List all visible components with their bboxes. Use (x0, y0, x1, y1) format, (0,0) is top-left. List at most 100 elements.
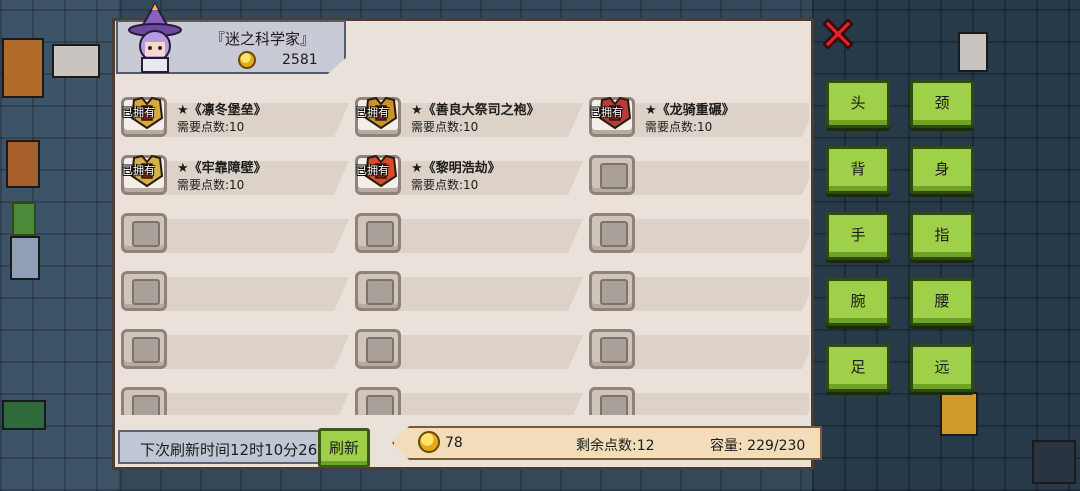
cabinet-prop (2, 38, 44, 98)
empty-slot[interactable] (589, 377, 809, 415)
item-frame (589, 387, 635, 415)
empty-slot-inner (366, 221, 394, 247)
empty-slot[interactable] (355, 377, 583, 415)
slot-row: 已拥有 ★《牢靠障壁》 需要点数:10 已拥有 ★《黎明浩劫》 需要点数:10 (121, 145, 809, 199)
item-frame (355, 213, 401, 253)
item-name: ★《牢靠障壁》 (177, 161, 267, 176)
empty-slot[interactable] (121, 377, 349, 415)
player-gold: 78 (445, 435, 463, 451)
category-button-8[interactable]: 腰 (910, 278, 974, 326)
item-frame: 已拥有 (121, 96, 167, 137)
item-frame (355, 271, 401, 311)
refresh-timer-text: 下次刷新时间12时10分26 (140, 441, 318, 459)
slot-row (121, 261, 809, 315)
item-cost: 需要点数:10 (645, 120, 713, 134)
item-grid: 已拥有 ★《凛冬堡垒》 需要点数:10 已拥有 ★《善良大祭司之袍》 需要点数:10 已拥有… (121, 87, 809, 415)
machine-prop (52, 44, 100, 78)
owned-badge: 已拥有 (122, 106, 155, 119)
capacity: 容量: 229/230 (710, 438, 806, 454)
item-cost: 需要点数:10 (411, 120, 479, 134)
slot-bar (161, 277, 349, 311)
shop-item[interactable]: 已拥有 ★《黎明浩劫》 需要点数:10 (355, 145, 583, 199)
category-button-10[interactable]: 远 (910, 344, 974, 392)
empty-slot-inner (132, 337, 160, 363)
slot-row (121, 319, 809, 373)
category-button-9[interactable]: 足 (826, 344, 890, 392)
plant-prop (12, 202, 36, 236)
item-frame (121, 213, 167, 253)
slot-bar (395, 393, 583, 415)
slot-row: 已拥有 ★《凛冬堡垒》 需要点数:10 已拥有 ★《善良大祭司之袍》 需要点数:10 已拥有… (121, 87, 809, 141)
category-button-7[interactable]: 腕 (826, 278, 890, 326)
shop-item[interactable]: 已拥有 ★《善良大祭司之袍》 需要点数:10 (355, 87, 583, 141)
slot-bar (395, 335, 583, 369)
slot-bar (161, 393, 349, 415)
item-frame (121, 387, 167, 415)
slot-bar (629, 277, 809, 311)
item-cost: 需要点数:10 (177, 120, 245, 134)
refresh-timer-bar: 下次刷新时间12时10分26 (118, 430, 324, 464)
empty-slot-inner (600, 279, 628, 305)
category-button-4[interactable]: 身 (910, 146, 974, 194)
item-name: ★《龙骑重碾》 (645, 103, 735, 118)
category-button-1[interactable]: 头 (826, 80, 890, 128)
empty-slot[interactable] (589, 203, 809, 257)
item-frame: 已拥有 (355, 96, 401, 137)
empty-slot[interactable] (355, 319, 583, 373)
item-frame (589, 271, 635, 311)
chair-prop (6, 140, 40, 188)
empty-slot-inner (600, 395, 628, 415)
refresh-button[interactable]: 刷新 (318, 428, 370, 468)
slot-bar (629, 335, 809, 369)
owned-badge: 已拥有 (122, 164, 155, 177)
empty-slot[interactable] (589, 145, 809, 199)
merchant-name: 『迷之科学家』 (210, 30, 316, 48)
empty-slot-inner (132, 279, 160, 305)
slot-bar (395, 277, 583, 311)
item-cost: 需要点数:10 (411, 178, 479, 192)
item-frame (121, 329, 167, 369)
close-icon[interactable] (818, 14, 858, 54)
item-frame: 已拥有 (589, 96, 635, 137)
shop-item[interactable]: 已拥有 ★《牢靠障壁》 需要点数:10 (121, 145, 349, 199)
empty-slot-inner (366, 395, 394, 415)
item-name: ★《凛冬堡垒》 (177, 103, 267, 118)
merchant-avatar (128, 2, 182, 73)
item-frame (589, 329, 635, 369)
category-button-3[interactable]: 背 (826, 146, 890, 194)
owned-badge: 已拥有 (356, 106, 389, 119)
item-frame (121, 271, 167, 311)
crate-prop (940, 392, 978, 436)
empty-slot[interactable] (121, 261, 349, 315)
gold-coin-icon (238, 51, 256, 69)
empty-slot-inner (132, 221, 160, 247)
empty-slot[interactable] (589, 261, 809, 315)
empty-slot[interactable] (589, 319, 809, 373)
item-frame: 已拥有 (355, 154, 401, 195)
shop-item[interactable]: 已拥有 ★《凛冬堡垒》 需要点数:10 (121, 87, 349, 141)
slot-bar (629, 393, 809, 415)
shop-panel: 已拥有 ★《凛冬堡垒》 需要点数:10 已拥有 ★《善良大祭司之袍》 需要点数:10 已拥有… (112, 18, 814, 470)
empty-slot-inner (132, 395, 160, 415)
empty-slot-inner (600, 163, 628, 189)
empty-slot[interactable] (355, 261, 583, 315)
slot-bar (629, 219, 809, 253)
category-button-6[interactable]: 指 (910, 212, 974, 260)
category-button-5[interactable]: 手 (826, 212, 890, 260)
empty-slot[interactable] (121, 319, 349, 373)
empty-slot[interactable] (121, 203, 349, 257)
category-button-2[interactable]: 颈 (910, 80, 974, 128)
remaining-points: 剩余点数:12 (576, 438, 655, 454)
vent-prop (1032, 440, 1076, 484)
slot-bar (629, 161, 809, 195)
slot-row (121, 203, 809, 257)
empty-slot-inner (366, 337, 394, 363)
shop-item[interactable]: 已拥有 ★《龙骑重碾》 需要点数:10 (589, 87, 809, 141)
item-name: ★《善良大祭司之袍》 (411, 103, 540, 118)
circuit-prop (2, 400, 46, 430)
empty-slot[interactable] (355, 203, 583, 257)
server-prop (958, 32, 988, 72)
item-frame (589, 213, 635, 253)
item-cost: 需要点数:10 (177, 178, 245, 192)
owned-badge: 已拥有 (356, 164, 389, 177)
